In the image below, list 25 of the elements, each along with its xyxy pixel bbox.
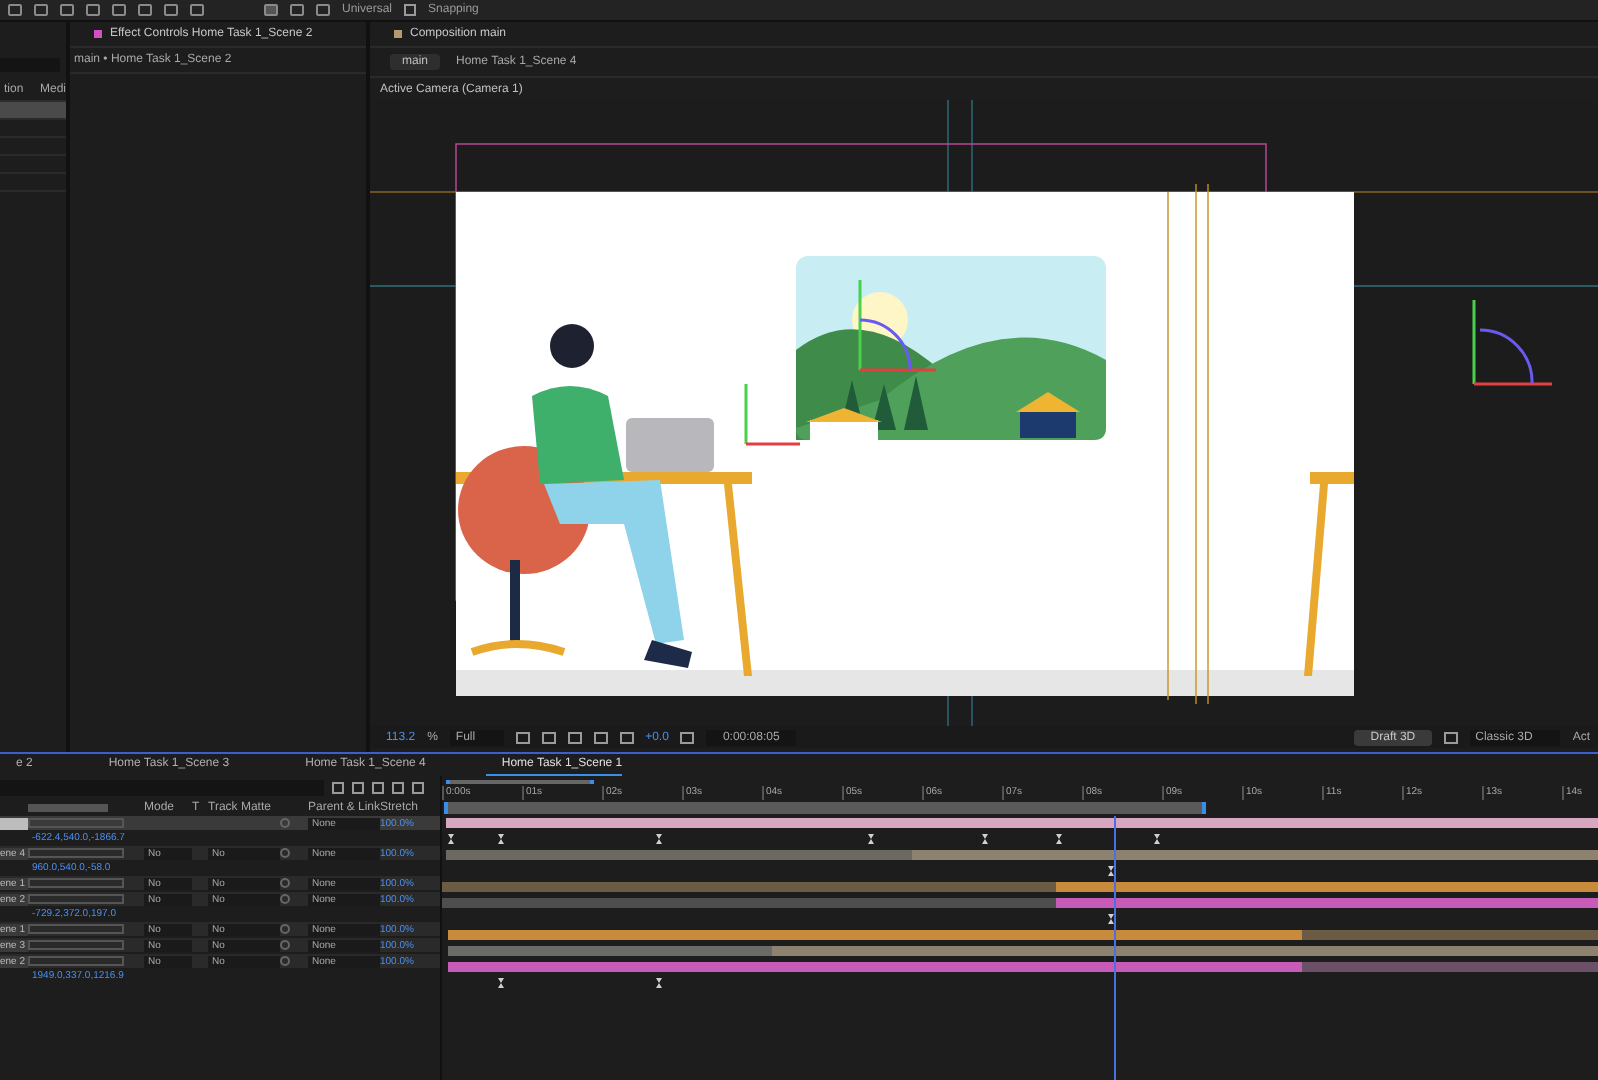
keyframe-icon[interactable] [1108, 866, 1114, 876]
keyframe-icon[interactable] [498, 834, 504, 844]
keyframe-icon[interactable] [448, 834, 454, 844]
layer-switches-icon[interactable] [28, 924, 124, 934]
label-swatch [394, 30, 402, 38]
offscreen-gizmo-drawing [1472, 300, 1552, 386]
keyframe-icon[interactable] [498, 978, 504, 988]
layer-switches-icon[interactable] [28, 818, 124, 828]
keyframe-icon[interactable] [982, 834, 988, 844]
keyframe-icon[interactable] [1108, 914, 1114, 924]
project-item[interactable] [0, 102, 66, 120]
layer-switches-icon[interactable] [28, 878, 124, 888]
keyframe-icon[interactable] [1056, 834, 1062, 844]
layer-switches-icon[interactable] [28, 894, 124, 904]
layer-switches-icon[interactable] [28, 956, 124, 966]
label-swatch [94, 30, 102, 38]
keyframe-icon[interactable] [656, 978, 662, 988]
layer-switches-icon[interactable] [28, 940, 124, 950]
switches-header-icon [28, 804, 108, 812]
keyframe-icon[interactable] [656, 834, 662, 844]
keyframe-icon[interactable] [1154, 834, 1160, 844]
layer-switches-icon[interactable] [28, 848, 124, 858]
keyframe-icon[interactable] [868, 834, 874, 844]
snapping-checkbox[interactable] [404, 4, 417, 16]
rectangle-icon[interactable] [316, 4, 330, 16]
